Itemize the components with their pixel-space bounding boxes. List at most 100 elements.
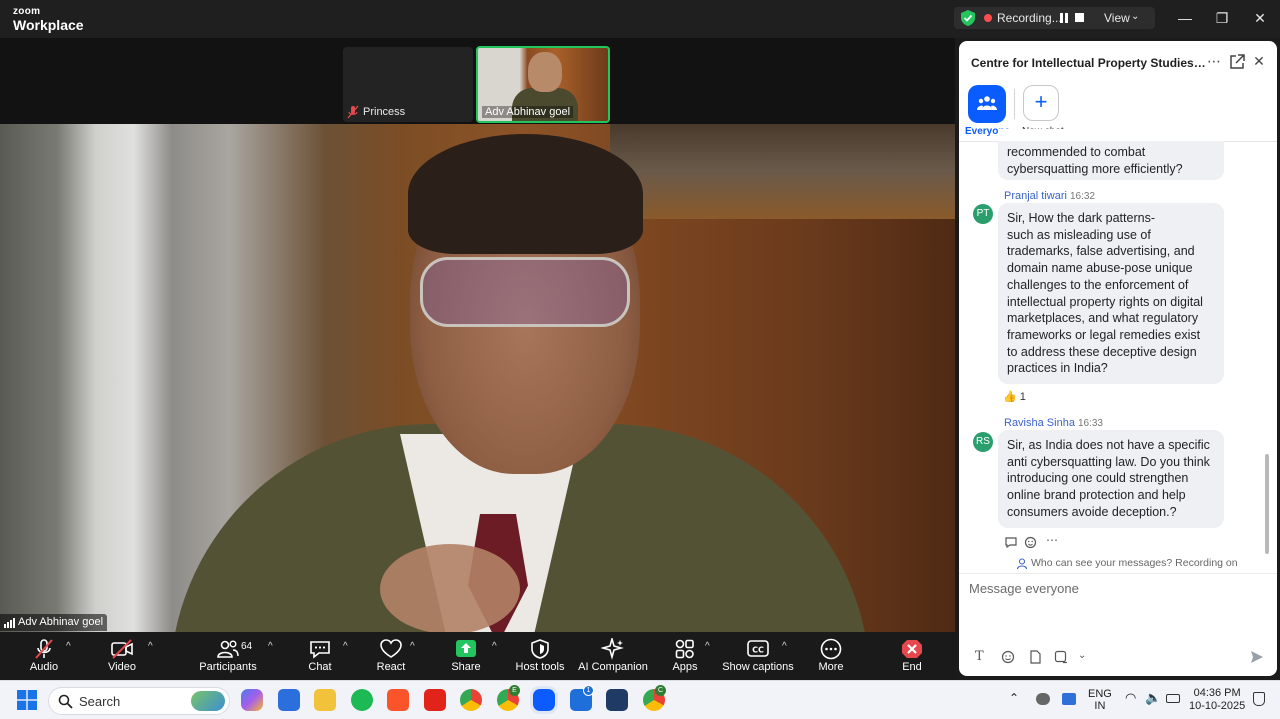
shield-icon bbox=[531, 639, 549, 659]
share-screen-icon bbox=[456, 640, 476, 657]
network-location-icon[interactable] bbox=[1062, 693, 1076, 705]
share-options-caret[interactable]: ^ bbox=[492, 641, 497, 652]
avatar: RS bbox=[973, 432, 993, 452]
pause-recording-icon[interactable] bbox=[1059, 13, 1069, 23]
new-chat-button[interactable]: + bbox=[1023, 85, 1059, 121]
minimize-button[interactable]: — bbox=[1175, 9, 1195, 29]
view-button[interactable]: View bbox=[1104, 11, 1130, 25]
chat-scrollbar[interactable] bbox=[1265, 454, 1269, 554]
clock[interactable]: 04:36 PM 10-10-2025 bbox=[1189, 687, 1245, 713]
participants-button[interactable]: Participants bbox=[193, 638, 263, 673]
speaker-name-label: Adv Abhinav goel bbox=[0, 614, 108, 631]
language-indicator[interactable]: ENG IN bbox=[1088, 688, 1112, 712]
main-speaker-video[interactable] bbox=[0, 124, 955, 632]
maximize-button[interactable]: ❐ bbox=[1212, 9, 1232, 29]
react-heart-icon bbox=[380, 639, 402, 658]
battery-icon[interactable] bbox=[1166, 694, 1180, 703]
spotify-icon[interactable] bbox=[351, 689, 373, 711]
captions-cc-icon: CC bbox=[747, 640, 769, 657]
participants-icon bbox=[217, 640, 239, 658]
wps-office-icon[interactable] bbox=[424, 689, 446, 711]
chrome-profile-icon[interactable]: E bbox=[497, 685, 520, 711]
send-icon[interactable] bbox=[1249, 649, 1265, 665]
share-button[interactable]: Share bbox=[431, 638, 501, 673]
end-meeting-button[interactable]: End bbox=[877, 638, 947, 673]
close-chat-icon[interactable]: ✕ bbox=[1250, 53, 1268, 71]
attach-file-icon[interactable] bbox=[1028, 650, 1042, 664]
copilot-icon[interactable] bbox=[241, 689, 263, 711]
notification-bell-icon[interactable] bbox=[1253, 692, 1265, 706]
captions-options-caret[interactable]: ^ bbox=[782, 641, 787, 652]
windows-start-icon[interactable] bbox=[17, 690, 37, 710]
react-button[interactable]: React bbox=[356, 638, 426, 673]
host-tools-button[interactable]: Host tools bbox=[505, 638, 575, 673]
participant-name: Princess bbox=[363, 106, 406, 118]
sender-name: Ravisha Sinha 16:33 bbox=[1004, 417, 1103, 429]
meeting-toolbar: Audio ^ Video ^ Participants 64 ^ Chat ^ bbox=[0, 632, 957, 680]
audio-options-caret[interactable]: ^ bbox=[66, 641, 71, 652]
privacy-note[interactable]: Who can see your messages? Recording on bbox=[1031, 557, 1238, 569]
chevron-down-icon[interactable]: ⌄ bbox=[1131, 11, 1139, 22]
volume-icon[interactable]: 🔈 bbox=[1145, 690, 1161, 706]
wifi-icon[interactable]: ◠ bbox=[1125, 690, 1136, 706]
file-explorer-icon[interactable] bbox=[314, 689, 336, 711]
reaction-badge[interactable]: 👍 1 bbox=[1003, 390, 1026, 403]
pop-out-icon[interactable] bbox=[1228, 53, 1246, 71]
apps-options-caret[interactable]: ^ bbox=[705, 641, 710, 652]
svg-text:CC: CC bbox=[752, 646, 764, 655]
chat-icon bbox=[310, 641, 330, 659]
video-options-caret[interactable]: ^ bbox=[148, 641, 153, 652]
windows-taskbar: Search E 1 C ⌃ ENG IN ◠ 🔈 04:36 PM 10-10… bbox=[0, 680, 1280, 719]
participant-tile-princess[interactable]: Princess bbox=[343, 47, 473, 122]
close-button[interactable]: ✕ bbox=[1250, 9, 1270, 29]
chevron-up-icon[interactable]: ⌃ bbox=[1009, 691, 1019, 705]
cloud-status-icon[interactable] bbox=[1036, 693, 1050, 705]
chat-message[interactable]: Sir, How the dark patterns- such as misl… bbox=[998, 203, 1224, 384]
sparkle-icon bbox=[601, 638, 624, 660]
signal-bars-icon bbox=[4, 618, 15, 628]
chat-options-caret[interactable]: ^ bbox=[343, 641, 348, 652]
screenshot-icon[interactable] bbox=[1054, 650, 1068, 664]
muted-mic-icon bbox=[35, 639, 53, 659]
stop-recording-icon[interactable] bbox=[1075, 13, 1084, 22]
more-button[interactable]: More bbox=[796, 638, 866, 673]
chat-message[interactable]: Sir, as India does not have a specific a… bbox=[998, 430, 1224, 528]
chat-title: Centre for Intellectual Property Studies… bbox=[971, 56, 1206, 70]
sender-name: Pranjal tiwari 16:32 bbox=[1004, 190, 1095, 202]
search-highlight-icon bbox=[191, 691, 225, 711]
participants-count: 64 bbox=[241, 641, 253, 652]
recording-status-pill[interactable]: Recording... View ⌄ bbox=[954, 7, 1155, 29]
add-reaction-icon[interactable] bbox=[1024, 535, 1038, 549]
ai-companion-button[interactable]: AI Companion bbox=[568, 638, 658, 673]
recording-label: Recording... bbox=[997, 11, 1062, 25]
emoji-icon[interactable] bbox=[1001, 650, 1015, 664]
teams-icon[interactable]: 1 bbox=[570, 685, 594, 711]
participants-options-caret[interactable]: ^ bbox=[268, 641, 273, 652]
message-more-icon[interactable]: ⋯ bbox=[1046, 533, 1058, 547]
chrome-icon[interactable] bbox=[460, 689, 482, 711]
microsoft-store-icon[interactable] bbox=[278, 689, 300, 711]
taskbar-search[interactable]: Search bbox=[48, 687, 230, 715]
muted-mic-icon bbox=[347, 105, 359, 119]
chevron-down-icon[interactable]: ⌄ bbox=[1078, 650, 1086, 661]
brave-browser-icon[interactable] bbox=[387, 689, 409, 711]
zoom-taskbar-icon[interactable] bbox=[533, 689, 555, 711]
apps-grid-icon bbox=[675, 639, 694, 659]
everyone-tab[interactable] bbox=[968, 85, 1006, 123]
more-options-icon[interactable]: ⋯ bbox=[1205, 53, 1223, 71]
recording-dot-icon bbox=[984, 14, 992, 22]
chrome-profile-icon[interactable]: C bbox=[643, 685, 666, 711]
react-options-caret[interactable]: ^ bbox=[410, 641, 415, 652]
plus-icon: + bbox=[1034, 89, 1048, 114]
group-icon bbox=[977, 96, 997, 110]
format-text-icon[interactable]: T bbox=[975, 649, 984, 664]
workplace-app-icon[interactable] bbox=[606, 689, 628, 711]
video-button[interactable]: Video bbox=[87, 638, 157, 673]
message-input[interactable]: Message everyone bbox=[969, 581, 1079, 596]
security-shield-icon[interactable] bbox=[961, 10, 975, 26]
reply-icon[interactable] bbox=[1004, 535, 1018, 549]
end-x-icon bbox=[902, 640, 922, 658]
zoom-workplace-logo: zoom Workplace bbox=[13, 6, 84, 33]
video-off-icon bbox=[111, 639, 133, 659]
participant-tile-abhinav[interactable]: Adv Abhinav goel bbox=[476, 46, 610, 123]
